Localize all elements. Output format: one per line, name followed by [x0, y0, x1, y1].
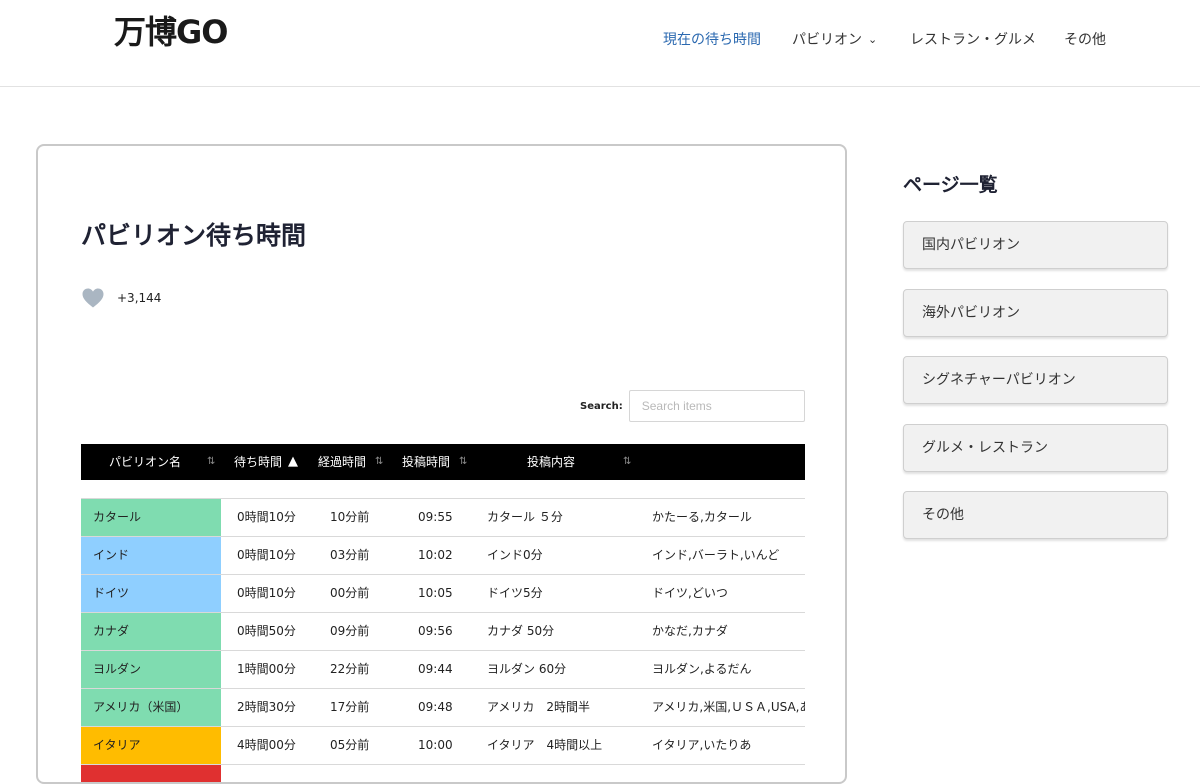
search-label: Search: — [580, 400, 623, 412]
cell-keywords: インド,バーラト,いんど — [652, 548, 780, 562]
sort-asc-icon[interactable]: ▲ — [288, 444, 298, 480]
cell-posted: 09:55 — [418, 510, 453, 524]
cell-keywords: イタリア,いたりあ — [652, 738, 752, 752]
sort-icon[interactable]: ⇅ — [623, 444, 631, 480]
cell-wait: 2時間30分 — [237, 700, 296, 714]
cell-content: ドイツ5分 — [487, 586, 543, 600]
nav-other[interactable]: その他 — [1064, 29, 1106, 49]
cell-content: アメリカ 2時間半 — [487, 700, 591, 714]
nav-pavilion-label: パビリオン — [792, 32, 862, 48]
sidebar-item-other[interactable]: その他 — [903, 491, 1168, 539]
cell-wait: 0時間10分 — [237, 548, 296, 562]
cell-pavilion-name: ヨルダン — [81, 651, 221, 688]
cell-elapsed: 09分前 — [330, 624, 370, 638]
cell-posted: 10:02 — [418, 548, 453, 562]
cell-elapsed: 03分前 — [330, 548, 370, 562]
cell-content: インド0分 — [487, 548, 543, 562]
cell-keywords: アメリカ,米国,ＵＳＡ,USA,あ — [652, 700, 805, 714]
cell-pavilion-name: アメリカ（米国） — [81, 689, 221, 726]
col-header-content[interactable]: 投稿内容 — [527, 444, 575, 480]
cell-elapsed: 17分前 — [330, 700, 370, 714]
cell-content: カタール ５分 — [487, 510, 563, 524]
col-header-pavilion[interactable]: パビリオン名 — [109, 444, 181, 480]
nav-restaurant[interactable]: レストラン・グルメ — [910, 29, 1036, 49]
table-row[interactable]: インド 0時間10分 03分前 10:02 インド0分 インド,バーラト,いんど — [81, 536, 805, 574]
sidebar-item-gourmet[interactable]: グルメ・レストラン — [903, 424, 1168, 472]
search-area: Search: — [580, 389, 805, 423]
sidebar-item-signature[interactable]: シグネチャーパビリオン — [903, 356, 1168, 404]
cell-pavilion-name: イタリア — [81, 727, 221, 764]
table-row[interactable]: カナダ 0時間50分 09分前 09:56 カナダ 50分 かなだ,カナダ — [81, 612, 805, 650]
like-area: +3,144 — [81, 286, 161, 310]
cell-elapsed: 05分前 — [330, 738, 370, 752]
nav-wait-times[interactable]: 現在の待ち時間 — [663, 29, 761, 49]
chevron-down-icon: ⌄ — [868, 33, 878, 46]
col-header-wait[interactable]: 待ち時間 — [234, 444, 282, 480]
site-header: 万博GO 現在の待ち時間 パビリオン ⌄ レストラン・グルメ その他 — [0, 0, 1200, 87]
cell-posted: 10:05 — [418, 586, 453, 600]
like-count: +3,144 — [117, 291, 162, 305]
heart-icon[interactable] — [81, 286, 105, 310]
cell-content: カナダ 50分 — [487, 624, 555, 638]
sort-icon[interactable]: ⇅ — [459, 444, 467, 480]
sidebar-item-domestic[interactable]: 国内パビリオン — [903, 221, 1168, 269]
cell-keywords: かなだ,カナダ — [652, 624, 728, 638]
cell-keywords: ヨルダン,よるだん — [652, 662, 752, 676]
cell-posted: 09:44 — [418, 662, 453, 676]
page-title: パビリオン待ち時間 — [81, 221, 307, 250]
cell-wait: 0時間50分 — [237, 624, 296, 638]
cell-wait: 4時間00分 — [237, 738, 296, 752]
content-card: パビリオン待ち時間 +3,144 Search: パビリオン名 ⇅ 待ち時間 ▲… — [36, 144, 847, 784]
table-row[interactable]: カタール 0時間10分 10分前 09:55 カタール ５分 かたーる,カタール — [81, 498, 805, 536]
cell-pavilion-name: ドイツ — [81, 575, 221, 612]
sidebar-item-overseas[interactable]: 海外パビリオン — [903, 289, 1168, 337]
cell-keywords — [652, 765, 805, 782]
cell-elapsed: 10分前 — [330, 510, 370, 524]
cell-wait: 0時間10分 — [237, 586, 296, 600]
col-header-elapsed[interactable]: 経過時間 — [318, 444, 366, 480]
table-row[interactable]: イタリア 4時間00分 05分前 10:00 イタリア 4時間以上 イタリア,いたりあ — [81, 726, 805, 764]
cell-posted: 09:56 — [418, 624, 453, 638]
table-row[interactable]: ドイツ 0時間10分 00分前 10:05 ドイツ5分 ドイツ,どいつ — [81, 574, 805, 612]
cell-keywords: ドイツ,どいつ — [652, 586, 728, 600]
cell-pavilion-name: カナダ — [81, 613, 221, 650]
sort-icon[interactable]: ⇅ — [207, 444, 215, 480]
logo-text: 万博GO — [114, 13, 228, 51]
table-row[interactable] — [81, 764, 805, 782]
cell-wait: 1時間00分 — [237, 662, 296, 676]
cell-elapsed: 00分前 — [330, 586, 370, 600]
sidebar-title: ページ一覧 — [903, 174, 998, 196]
table-row[interactable]: ヨルダン 1時間00分 22分前 09:44 ヨルダン 60分 ヨルダン,よるだん — [81, 650, 805, 688]
cell-pavilion-name: インド — [81, 537, 221, 574]
cell-content: ヨルダン 60分 — [487, 662, 567, 676]
cell-keywords: かたーる,カタール — [652, 510, 752, 524]
cell-pavilion-name: カタール — [81, 499, 221, 536]
cell-content: イタリア 4時間以上 — [487, 738, 603, 752]
site-logo[interactable]: 万博GO — [114, 10, 228, 51]
table-header: パビリオン名 ⇅ 待ち時間 ▲ 経過時間 ⇅ 投稿時間 ⇅ 投稿内容 ⇅ — [81, 444, 805, 480]
cell-posted: 09:48 — [418, 700, 453, 714]
cell-wait: 0時間10分 — [237, 510, 296, 524]
table-row[interactable]: アメリカ（米国） 2時間30分 17分前 09:48 アメリカ 2時間半 アメリカ,米国,… — [81, 688, 805, 726]
cell-posted: 10:00 — [418, 738, 453, 752]
cell-elapsed: 22分前 — [330, 662, 370, 676]
nav-pavilion[interactable]: パビリオン ⌄ — [792, 29, 877, 49]
search-input[interactable] — [628, 390, 805, 422]
sort-icon[interactable]: ⇅ — [375, 444, 383, 480]
col-header-posted[interactable]: 投稿時間 — [402, 444, 450, 480]
table-body: カタール 0時間10分 10分前 09:55 カタール ５分 かたーる,カタールインド 0時… — [81, 498, 805, 782]
cell-pavilion-name — [81, 765, 221, 782]
